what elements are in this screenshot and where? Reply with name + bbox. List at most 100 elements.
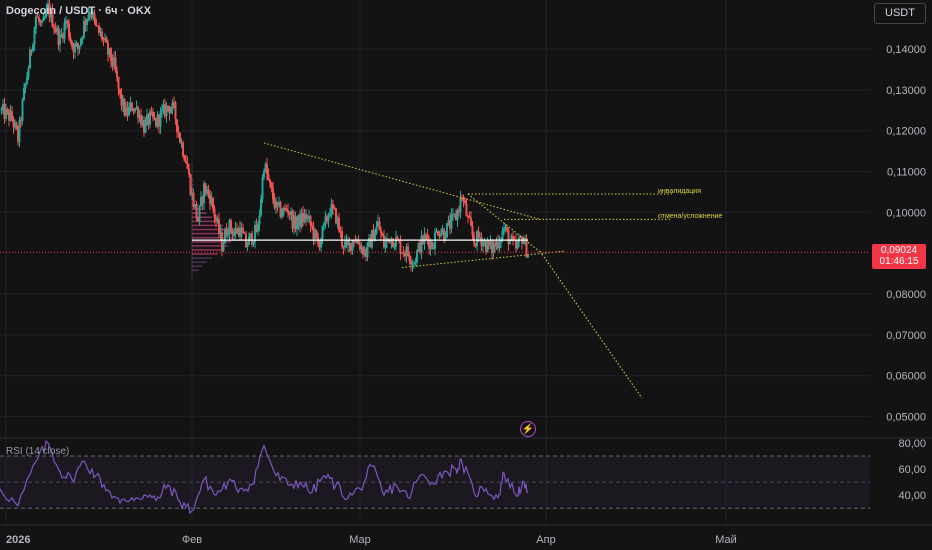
main-pane (0, 0, 870, 437)
candle-body (473, 235, 475, 244)
rsi-label: RSI (14 close) (6, 446, 70, 457)
candle-body (432, 248, 435, 250)
candle-body (95, 19, 97, 26)
candle-body (15, 122, 18, 129)
candle-body (41, 21, 43, 23)
candle-body (27, 68, 30, 78)
candle-body (174, 102, 177, 120)
candle-body (357, 240, 360, 245)
candle-body (437, 230, 439, 236)
candle-body (74, 43, 76, 53)
candle-body (227, 232, 229, 236)
y-tick-label: 0,10000 (886, 207, 926, 219)
candle-body (296, 222, 298, 229)
candle-body (78, 45, 81, 50)
candle-body (261, 177, 264, 200)
candle-body (440, 233, 442, 236)
y-tick-label: 0,12000 (886, 126, 926, 138)
candle-body (516, 242, 519, 249)
candle-body (152, 111, 154, 118)
candle-body (53, 27, 55, 29)
candle-body (242, 227, 244, 233)
candle-body (257, 224, 259, 233)
candle-body (426, 234, 429, 240)
volume-profile-bar (192, 269, 199, 272)
candle-body (380, 230, 382, 234)
candle-body (393, 246, 396, 248)
candle-body (267, 174, 270, 180)
candle-body (407, 246, 409, 255)
candle-body (461, 197, 463, 199)
candle-body (71, 41, 73, 47)
candle-body (444, 237, 447, 240)
candle-body (281, 214, 283, 217)
candle-body (384, 241, 387, 248)
x-tick-label: Мар (349, 534, 371, 546)
candle-body (464, 200, 466, 204)
candle-body (258, 215, 261, 225)
candle-body (186, 162, 189, 169)
candle-body (101, 31, 103, 40)
candle-body (423, 234, 426, 244)
y-tick-label: 0,08000 (886, 289, 926, 301)
candle-body (375, 226, 378, 234)
rsi-tick-label: 80,00 (898, 438, 926, 450)
candle-body (381, 233, 384, 237)
candle-body (272, 188, 274, 200)
rsi-tick-label: 40,00 (898, 490, 926, 502)
y-tick-label: 0,13000 (886, 85, 926, 97)
candle-body (198, 205, 201, 222)
lightning-icon[interactable]: ⚡ (520, 421, 536, 437)
candle-body (263, 171, 265, 178)
candle-body (315, 230, 318, 237)
candle-body (329, 214, 331, 216)
candle-body (134, 108, 136, 112)
candle-body (185, 160, 187, 163)
candle-body (522, 242, 525, 244)
candle-body (482, 241, 484, 247)
candle-body (102, 39, 105, 41)
x-tick-label: Май (715, 534, 737, 546)
candle-body (414, 262, 417, 264)
candle-body (26, 77, 28, 84)
volume-profile-bar (192, 220, 218, 223)
candle-body (282, 207, 285, 215)
volume-profile-bar (192, 216, 212, 219)
candle-body (285, 208, 288, 211)
candle-body (233, 233, 235, 236)
candle-body (279, 202, 282, 217)
candle-body (29, 49, 31, 69)
candle-body (468, 216, 471, 219)
candle-body (498, 242, 501, 248)
volume-profile-bar (192, 183, 194, 186)
candle-body (63, 23, 66, 39)
candle-body (176, 119, 178, 132)
candle-body (344, 241, 346, 248)
candle-body (189, 174, 192, 195)
y-tick-label: 0,14000 (886, 44, 926, 56)
chart-canvas[interactable]: 0,14000 0,13000 0,12000 0,11000 0,10000 0,080… (0, 0, 932, 550)
candle-body (149, 111, 151, 125)
x-tick-label: Апр (536, 534, 555, 546)
candle-body (42, 16, 45, 22)
candle-body (0, 108, 3, 111)
candle-body (38, 17, 40, 22)
candle-body (252, 241, 255, 245)
candle-body (66, 20, 69, 24)
candle-body (266, 163, 268, 175)
candle-body (270, 182, 273, 189)
candle-body (116, 70, 118, 78)
candle-body (378, 221, 381, 231)
candle-body (459, 197, 462, 213)
candle-body (33, 27, 36, 45)
volume-profile-bar (192, 253, 218, 255)
candle-body (182, 142, 184, 156)
currency-button[interactable]: USDT (874, 3, 926, 24)
volume-profile-bar (192, 179, 194, 182)
y-tick-label: 0,05000 (886, 412, 926, 424)
candle-body (306, 217, 309, 219)
candle-body (119, 88, 121, 95)
candle-body (81, 36, 84, 39)
candle-body (86, 19, 88, 26)
candle-body (509, 240, 511, 245)
